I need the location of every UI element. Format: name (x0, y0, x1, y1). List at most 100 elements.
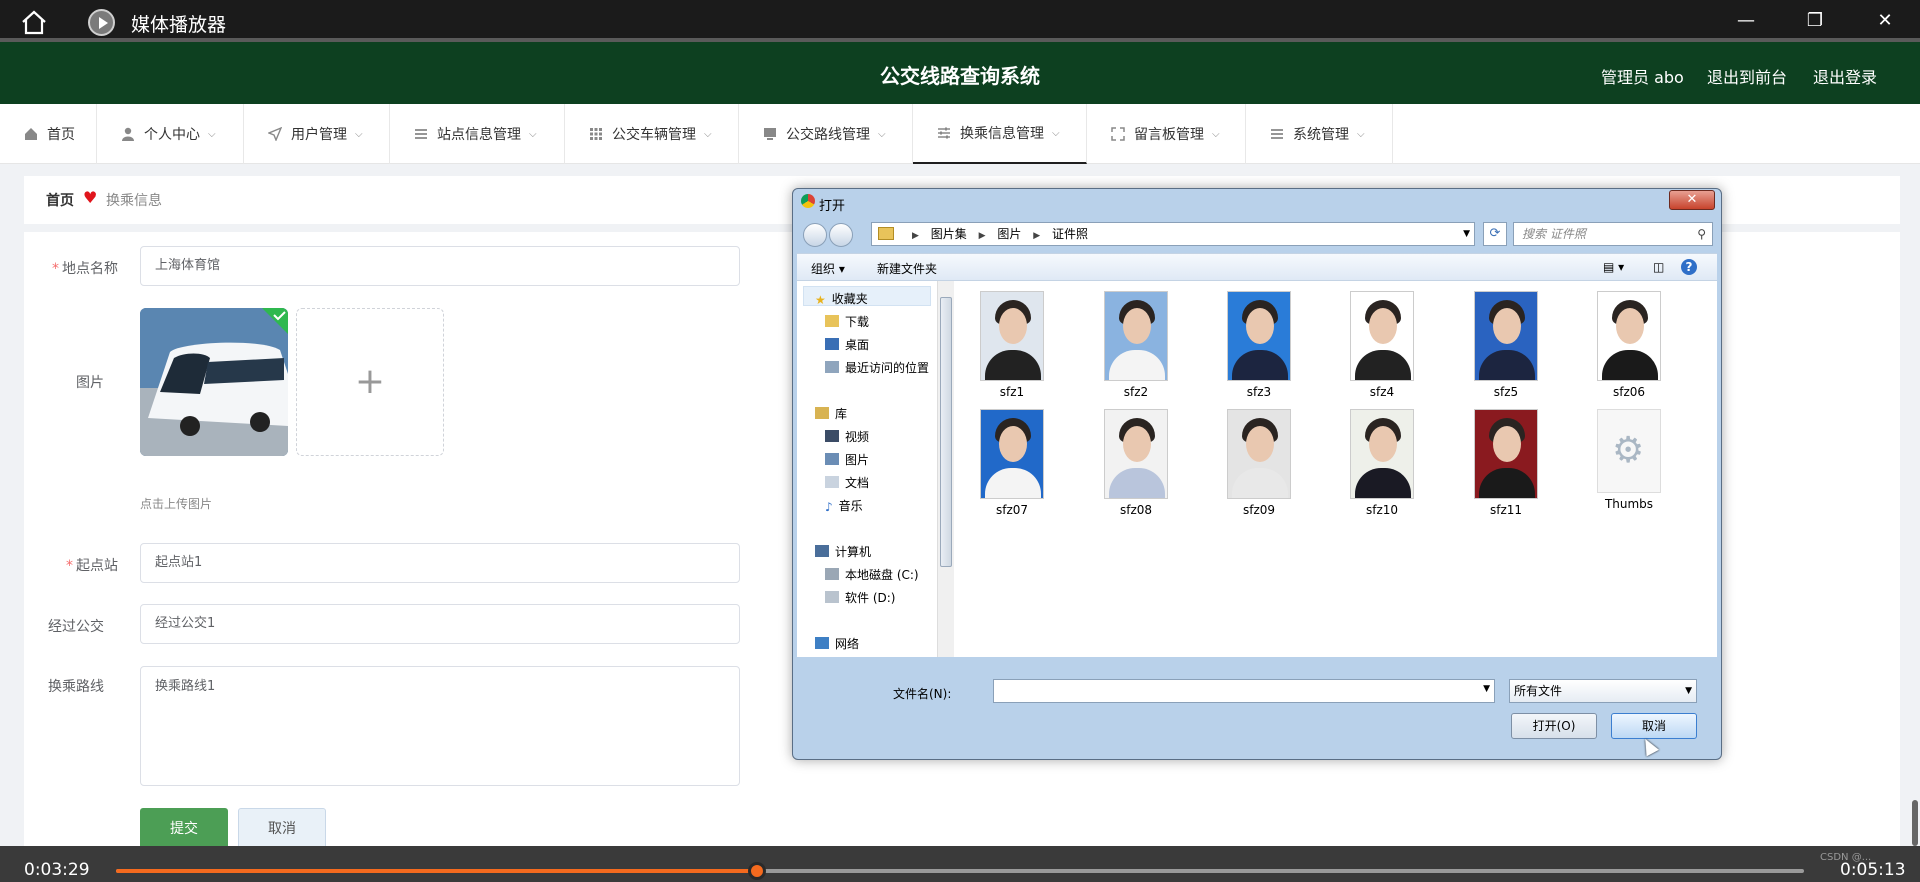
player-controls: 0:03:29 CSDN @... 0:05:13 (0, 846, 1920, 882)
view-options-icon[interactable]: ▤ ▾ (1603, 260, 1624, 274)
heart-icon: ♥ (83, 188, 98, 207)
nav-item-transfers[interactable]: 换乘信息管理 ⌵ (913, 104, 1087, 164)
address-bar[interactable]: ▶ 图片集 ▶ 图片 ▶ 证件照 ▼ (871, 222, 1475, 246)
logout-link[interactable]: 退出登录 (1813, 64, 1877, 88)
tree-item-downloads[interactable]: 下载 (825, 313, 869, 330)
grid-icon (590, 128, 602, 140)
required-mark: * (52, 261, 59, 277)
file-item[interactable]: sfz09 (1204, 409, 1314, 517)
frontend-link[interactable]: 退出到前台 (1707, 64, 1787, 88)
search-input[interactable]: 搜索 证件照 ⚲ (1513, 222, 1713, 246)
file-name: sfz10 (1365, 503, 1399, 517)
nav-item-vehicles[interactable]: 公交车辆管理 ⌵ (565, 104, 739, 164)
tree-item-videos[interactable]: 视频 (825, 428, 869, 445)
tree-item-network[interactable]: 网络 (815, 635, 859, 652)
main-nav: 首页 个人中心 ⌵ 用户管理 ⌵ 站点信息管理 ⌵ 公交车辆管理 ⌵ 公交路线管理 ⌵ 换… (0, 104, 1920, 164)
nav-item-personal[interactable]: 个人中心 ⌵ (97, 104, 244, 164)
home-icon[interactable] (20, 9, 48, 35)
route-textarea[interactable]: 换乘路线1 (140, 666, 740, 786)
tree-item-libraries[interactable]: 库 (815, 405, 847, 422)
tree-label: 库 (835, 407, 848, 421)
tree-label: 图片 (845, 453, 870, 467)
chevron-down-icon: ⌵ (208, 128, 216, 140)
photo-thumbnail (1104, 291, 1168, 381)
tree-item-recent[interactable]: 最近访问的位置 (825, 359, 929, 376)
chevron-down-icon: ⌵ (1212, 128, 1220, 140)
bus-photo (140, 308, 288, 456)
cancel-button[interactable]: 取消 (238, 808, 326, 850)
file-item[interactable]: sfz07 (957, 409, 1067, 517)
tree-item-pictures[interactable]: 图片 (825, 451, 869, 468)
tree-scrollbar[interactable] (937, 281, 954, 657)
filename-dropdown-icon[interactable]: ▼ (1483, 684, 1490, 694)
file-item[interactable]: sfz06 (1574, 291, 1684, 399)
close-icon[interactable]: ✕ (1870, 8, 1900, 34)
nav-item-routes[interactable]: 公交路线管理 ⌵ (739, 104, 913, 164)
help-icon[interactable]: ? (1681, 259, 1697, 275)
start-label: * 起点站 (38, 555, 118, 575)
photo-thumbnail (1104, 409, 1168, 499)
file-item[interactable]: sfz5 (1451, 291, 1561, 399)
dialog-close-button[interactable]: ✕ (1669, 190, 1715, 210)
progress-bar[interactable] (116, 862, 1804, 880)
filename-label: 文件名(N): (893, 687, 952, 701)
photo-thumbnail (1597, 291, 1661, 381)
nav-label: 换乘信息管理 (960, 126, 1044, 142)
refresh-button[interactable]: ⟳ (1483, 222, 1507, 246)
submit-button[interactable]: 提交 (140, 808, 228, 850)
bus-input[interactable]: 经过公交1 (140, 604, 740, 644)
upload-plus-button[interactable]: + (296, 308, 444, 456)
filetype-select[interactable]: 所有文件 ▼ (1509, 679, 1697, 703)
file-item[interactable]: sfz2 (1081, 291, 1191, 399)
tree-item-documents[interactable]: 文档 (825, 474, 869, 491)
dialog-cancel-button[interactable]: 取消 (1611, 713, 1697, 739)
breadcrumb-home[interactable]: 首页 (46, 190, 74, 210)
address-dropdown-icon[interactable]: ▼ (1463, 223, 1470, 245)
uploaded-bus-image[interactable] (140, 308, 288, 456)
user-icon (122, 127, 134, 141)
path-arrow-icon: ▶ (1033, 231, 1041, 241)
photo-thumbnail (1350, 291, 1414, 381)
tree-item-drive-d[interactable]: 软件 (D:) (825, 589, 895, 606)
new-folder-button[interactable]: 新建文件夹 (877, 260, 937, 277)
page-scrollbar[interactable] (1912, 800, 1918, 846)
file-name: sfz11 (1489, 503, 1523, 517)
tree-item-desktop[interactable]: 桌面 (825, 336, 869, 353)
tree-item-favorites[interactable]: ★ 收藏夹 (815, 290, 868, 307)
organize-button[interactable]: 组织 ▾ (811, 260, 845, 277)
tree-label: 软件 (D:) (845, 591, 896, 605)
file-item[interactable]: ⚙ Thumbs (1574, 409, 1684, 511)
file-item[interactable]: sfz1 (957, 291, 1067, 399)
nav-item-users[interactable]: 用户管理 ⌵ (244, 104, 390, 164)
path-segment[interactable]: 图片 (997, 227, 1021, 241)
forward-button[interactable] (829, 223, 853, 247)
nav-item-stations[interactable]: 站点信息管理 ⌵ (390, 104, 565, 164)
dialog-title: 打开 (819, 199, 846, 214)
nav-item-messages[interactable]: 留言板管理 ⌵ (1087, 104, 1246, 164)
tree-item-computer[interactable]: 计算机 (815, 543, 871, 560)
open-button[interactable]: 打开(O) (1511, 713, 1597, 739)
start-station-input[interactable]: 起点站1 (140, 543, 740, 583)
restore-icon[interactable]: ❐ (1800, 8, 1830, 34)
back-button[interactable] (803, 223, 827, 247)
tree-scroll-thumb[interactable] (940, 297, 952, 567)
location-input[interactable]: 上海体育馆 (140, 246, 740, 286)
nav-item-system[interactable]: 系统管理 ⌵ (1246, 104, 1393, 164)
location-label-text: 地点名称 (62, 261, 118, 277)
file-item[interactable]: sfz3 (1204, 291, 1314, 399)
filename-input[interactable]: ▼ (993, 679, 1495, 703)
file-item[interactable]: sfz10 (1327, 409, 1437, 517)
progress-knob[interactable] (748, 862, 767, 880)
computer-icon (815, 545, 829, 557)
file-item[interactable]: sfz08 (1081, 409, 1191, 517)
tree-item-music[interactable]: ♪ 音乐 (825, 497, 863, 514)
path-segment[interactable]: 图片集 (931, 227, 967, 241)
minimize-icon[interactable]: — (1731, 8, 1761, 34)
file-item[interactable]: sfz4 (1327, 291, 1437, 399)
file-item[interactable]: sfz11 (1451, 409, 1561, 517)
path-segment[interactable]: 证件照 (1052, 227, 1088, 241)
tree-item-drive-c[interactable]: 本地磁盘 (C:) (825, 566, 919, 583)
nav-item-home[interactable]: 首页 (0, 104, 97, 164)
preview-pane-icon[interactable]: ◫ (1653, 260, 1664, 274)
documents-icon (825, 476, 839, 488)
